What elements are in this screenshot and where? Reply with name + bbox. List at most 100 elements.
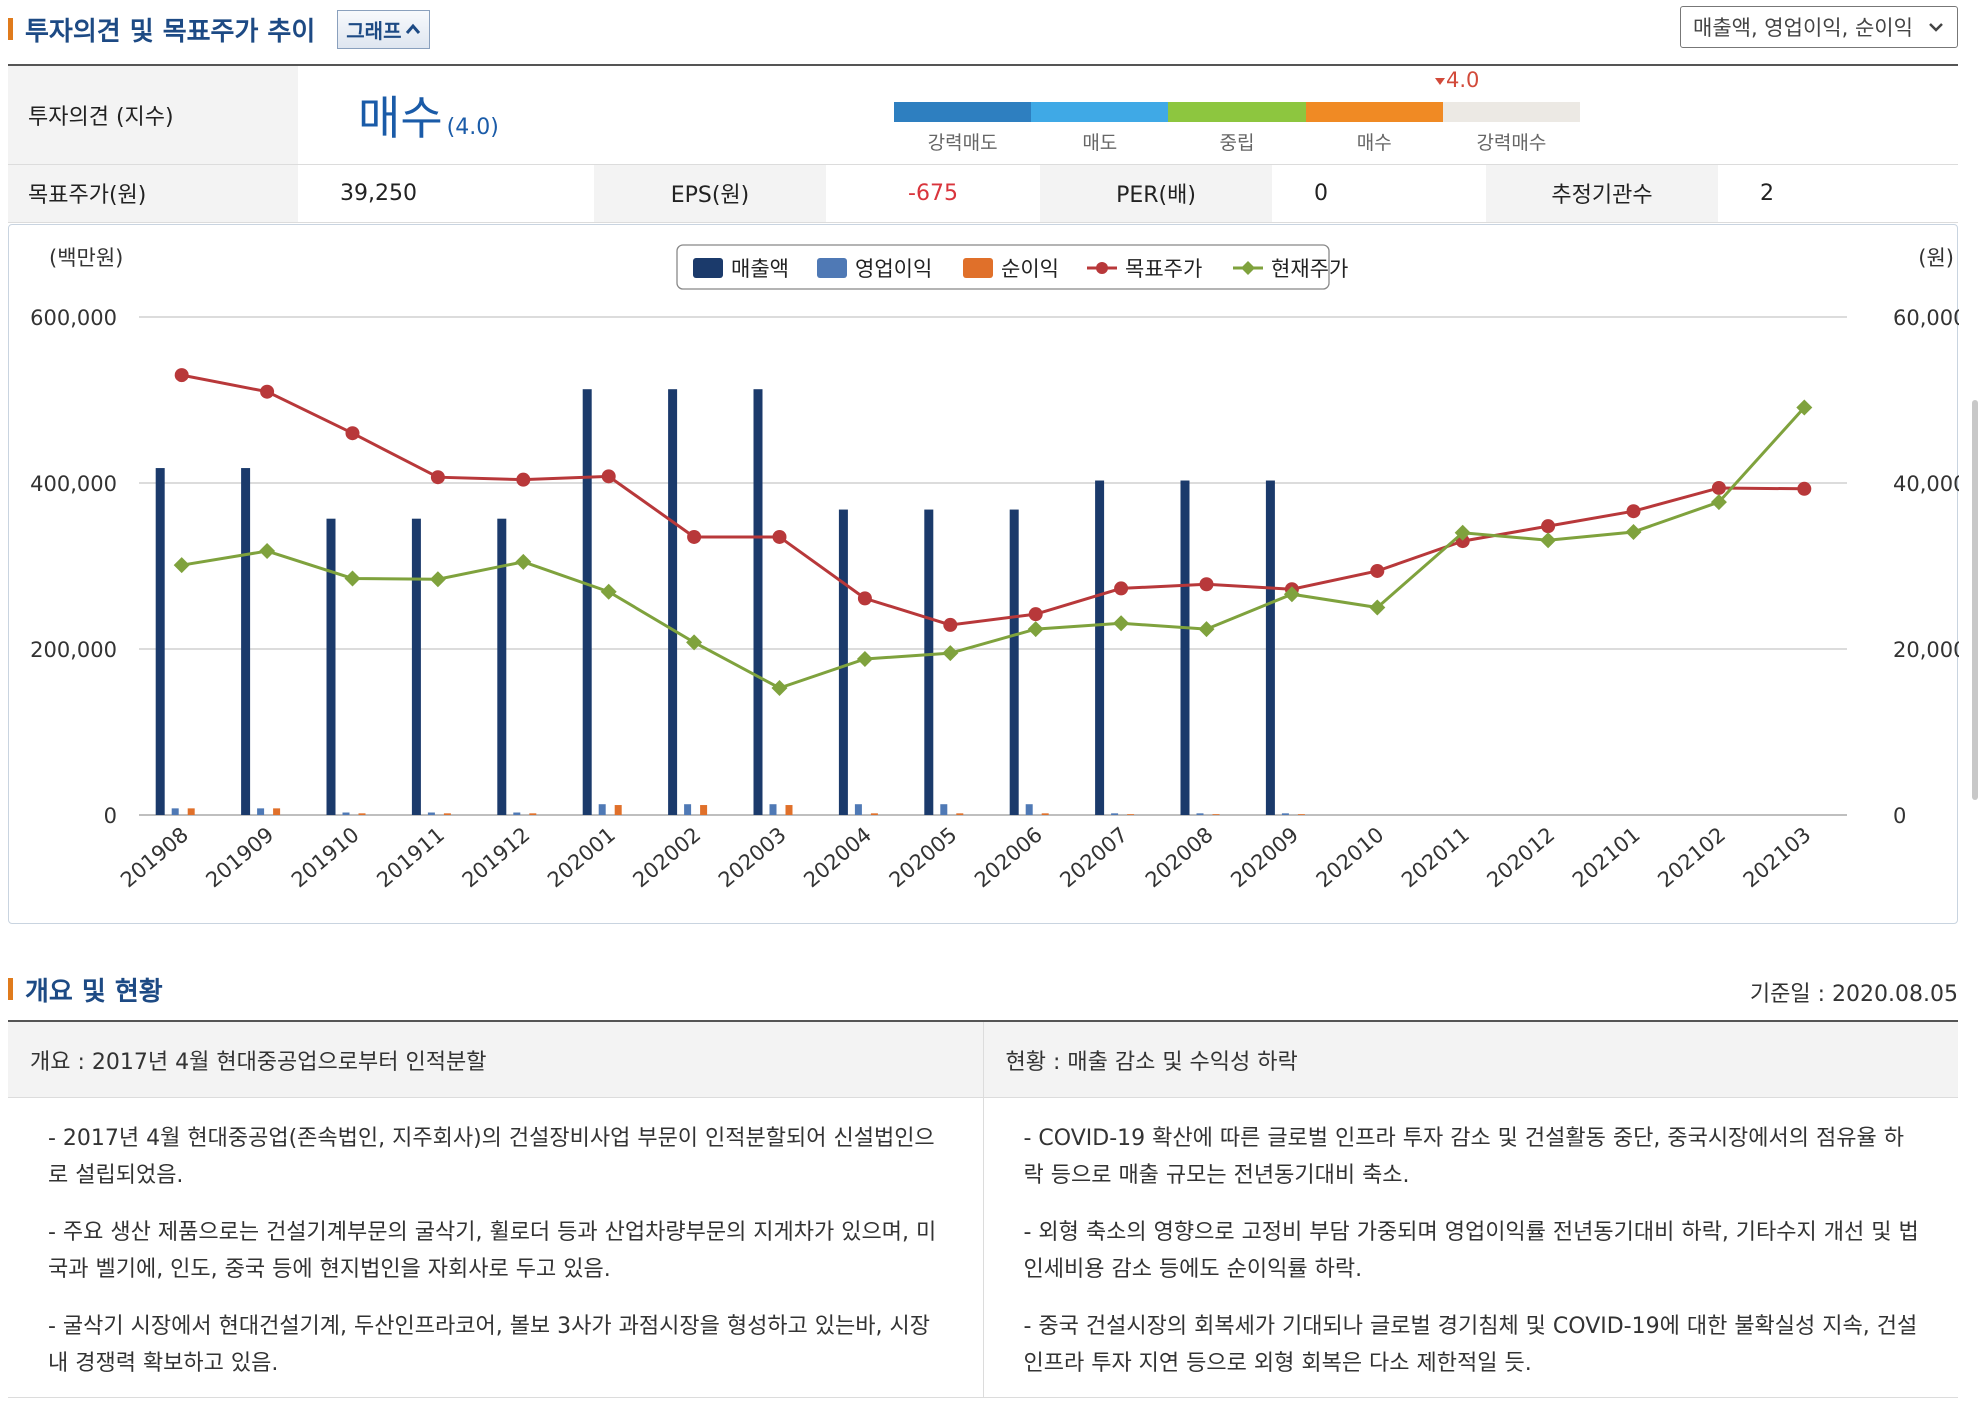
scale-segment xyxy=(1168,102,1306,122)
point-목표주가 xyxy=(1626,504,1641,519)
x-tick-label: 202012 xyxy=(1482,822,1559,892)
point-목표주가 xyxy=(1797,481,1812,496)
bar-매출액 xyxy=(411,518,421,815)
bar-영업이익 xyxy=(598,804,606,815)
overview-item: - 중국 건설시장의 회복세가 기대되나 글로벌 경기침체 및 COVID-19… xyxy=(1023,1314,1918,1376)
bar-영업이익 xyxy=(1111,813,1119,815)
opinion-marker: 4.0 xyxy=(1434,68,1479,92)
scale-segment xyxy=(1031,102,1169,122)
bar-영업이익 xyxy=(513,812,521,815)
summary-column: - 2017년 4월 현대중공업(존속법인, 지주회사)의 건설장비사업 부문이… xyxy=(8,1098,984,1397)
graph-toggle-button[interactable]: 그래프 xyxy=(337,9,431,49)
bar-순이익 xyxy=(1212,814,1220,815)
point-현재주가 xyxy=(1625,523,1642,540)
point-목표주가 xyxy=(1541,519,1556,534)
scale-label: 강력매도 xyxy=(927,132,998,154)
base-date: 기준일 : 2020.08.05 xyxy=(1749,982,1958,1007)
bar-순이익 xyxy=(785,805,793,815)
x-tick-label: 201908 xyxy=(116,822,193,892)
point-현재주가 xyxy=(173,557,190,574)
line-목표주가 xyxy=(181,373,1805,627)
overview-item: - 외형 축소의 영향으로 고정비 부담 가중되며 영업이익률 전년동기대비 하… xyxy=(1023,1220,1919,1282)
bar-순이익 xyxy=(273,808,281,815)
graph-button-label: 그래프 xyxy=(346,18,402,43)
opinion-cell: 매수 (4.0) 4.0 강력매도 매도 중립 매수 강력매수 xyxy=(298,66,1958,165)
legend-swatch-영업이익 xyxy=(817,258,847,278)
point-현재주가 xyxy=(344,570,361,587)
bar-영업이익 xyxy=(1025,804,1033,815)
overview-item: - 굴삭기 시장에서 현대건설기계, 두산인프라코어, 볼보 3사가 과점시장을… xyxy=(48,1314,930,1376)
bar-순이익 xyxy=(956,813,964,815)
bar-순이익 xyxy=(187,808,195,815)
bar-영업이익 xyxy=(684,804,692,815)
x-tick-label: 201912 xyxy=(458,822,535,892)
bar-매출액 xyxy=(1095,480,1105,815)
bar-매출액 xyxy=(753,389,763,815)
summary-heading: 개요 : 2017년 4월 현대중공업으로부터 인적분할 xyxy=(8,1022,984,1097)
scale-label: 강력매수 xyxy=(1476,132,1547,154)
x-tick-label: 202005 xyxy=(885,822,962,892)
scale-label: 중립 xyxy=(1219,132,1255,154)
point-목표주가 xyxy=(174,368,189,383)
chevron-up-icon xyxy=(406,23,421,34)
bar-순이익 xyxy=(529,813,537,815)
metric-select[interactable]: 매출액, 영업이익, 순이익 xyxy=(1680,6,1958,48)
scrollbar[interactable] xyxy=(1972,400,1978,800)
metric-select-value: 매출액, 영업이익, 순이익 xyxy=(1693,16,1913,40)
point-목표주가 xyxy=(516,472,531,487)
point-현재주가 xyxy=(429,571,446,588)
bar-매출액 xyxy=(326,518,336,815)
x-tick-label: 202004 xyxy=(799,822,876,892)
left-tick-label: 200,000 xyxy=(30,638,117,662)
bar-순이익 xyxy=(700,805,708,815)
overview-item: - COVID-19 확산에 따른 글로벌 인프라 투자 감소 및 건설활동 중… xyxy=(1023,1126,1904,1188)
point-현재주가 xyxy=(1540,532,1557,549)
bar-매출액 xyxy=(582,389,592,815)
bar-매출액 xyxy=(1180,480,1190,815)
bar-매출액 xyxy=(241,468,251,815)
right-tick-label: 40,000 xyxy=(1893,472,1959,496)
opinion-marker-value: 4.0 xyxy=(1446,68,1480,92)
section-header-opinion: 투자의견 및 목표주가 추이 그래프 매출액, 영업이익, 순이익 xyxy=(8,4,1958,54)
section-title: 투자의견 및 목표주가 추이 xyxy=(25,16,316,47)
opinion-scale-labels: 강력매도 매도 중립 매수 강력매수 xyxy=(894,128,1580,155)
x-tick-label: 202009 xyxy=(1226,822,1303,892)
x-tick-label: 202003 xyxy=(714,822,791,892)
section-header-overview: 개요 및 현황 xyxy=(8,964,1958,1014)
bar-순이익 xyxy=(614,805,622,815)
bar-매출액 xyxy=(924,509,934,815)
overview-item: - 주요 생산 제품으로는 건설기계부문의 굴삭기, 휠로더 등과 산업차량부문… xyxy=(48,1220,937,1282)
point-목표주가 xyxy=(1370,563,1385,578)
bar-순이익 xyxy=(870,813,878,815)
point-현재주가 xyxy=(942,645,959,662)
bar-영업이익 xyxy=(940,804,948,815)
legend-label: 매출액 xyxy=(731,257,789,281)
bar-순이익 xyxy=(1297,814,1305,815)
estimators-value: 2 xyxy=(1718,164,1958,223)
legend-swatch-매출액 xyxy=(693,258,723,278)
scale-segment xyxy=(1442,102,1581,122)
chevron-down-icon xyxy=(1929,23,1943,32)
bar-순이익 xyxy=(1041,813,1049,815)
point-목표주가 xyxy=(1114,581,1129,596)
x-tick-label: 201909 xyxy=(201,822,278,892)
bar-영업이익 xyxy=(1281,813,1289,815)
point-현재주가 xyxy=(600,583,617,600)
x-tick-label: 202010 xyxy=(1312,822,1389,892)
point-현재주가 xyxy=(1113,615,1130,632)
point-현재주가 xyxy=(1198,621,1215,638)
bar-순이익 xyxy=(443,813,451,815)
triangle-down-icon xyxy=(1435,78,1445,85)
eps-label: EPS(원) xyxy=(594,164,826,223)
left-tick-label: 400,000 xyxy=(30,472,117,496)
opinion-score: (4.0) xyxy=(446,114,499,140)
overview-head-row: 개요 : 2017년 4월 현대중공업으로부터 인적분할 현황 : 매출 감소 … xyxy=(8,1022,1958,1098)
legend-label: 영업이익 xyxy=(855,257,932,281)
line-현재주가 xyxy=(181,406,1806,690)
estimators-label: 추정기관수 xyxy=(1486,164,1718,223)
bar-순이익 xyxy=(358,813,366,815)
overview-title: 개요 및 현황 xyxy=(25,976,163,1007)
bar-영업이익 xyxy=(769,804,777,815)
point-목표주가 xyxy=(772,529,787,544)
bar-영업이익 xyxy=(171,808,179,815)
